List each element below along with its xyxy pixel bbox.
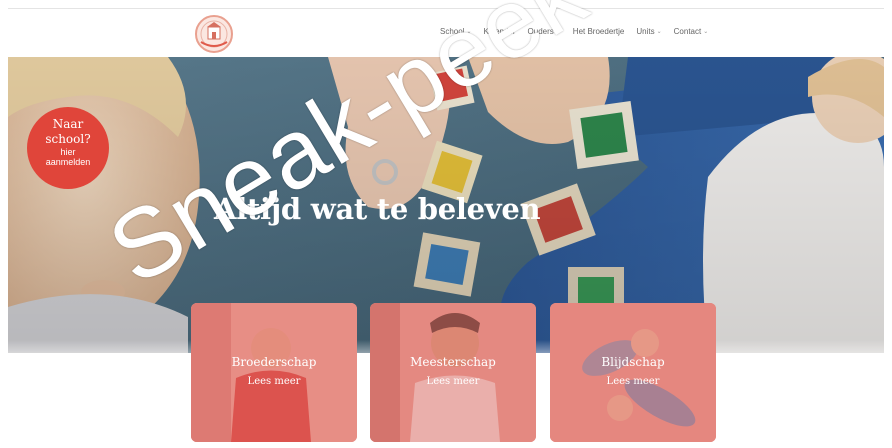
nav-item-het-broedertje[interactable]: Het Broedertje [573,27,625,36]
card-photo [191,303,357,442]
register-badge-button[interactable]: Naar school? hier aanmelden [27,107,109,189]
card-photo [370,303,536,442]
chevron-down-icon: ⌄ [466,29,472,35]
badge-line-hier: hier [60,147,76,157]
card-read-more-link[interactable]: Lees meer [191,376,357,387]
card-meesterschap[interactable]: Meesterschap Lees meer [370,303,536,442]
chevron-down-icon: ⌄ [555,29,561,35]
badge-line-aanmelden: aanmelden [45,157,91,167]
card-read-more-link[interactable]: Lees meer [370,376,536,387]
nav-item-contact[interactable]: Contact ⌄ [674,27,709,36]
chevron-down-icon: ⌄ [703,29,709,35]
chevron-down-icon: ⌄ [656,29,662,35]
nav-item-school[interactable]: School ⌄ [440,27,472,36]
card-read-more-link[interactable]: Lees meer [550,376,716,387]
main-nav: School ⌄ Kalender Ouders ⌄ Het Broedertj… [440,27,708,36]
site-header: School ⌄ Kalender Ouders ⌄ Het Broedertj… [8,9,884,57]
card-photo [550,303,716,442]
badge-line-naar: Naar [52,117,84,131]
hero-title: Altijd wat te beleven [214,192,541,226]
card-title: Meesterschap [410,355,496,369]
nav-item-kalender[interactable]: Kalender [484,27,516,36]
badge-line-school: school? [45,132,91,146]
card-title: Broederschap [231,355,317,369]
school-logo-icon[interactable] [194,14,234,54]
nav-item-units[interactable]: Units ⌄ [636,27,661,36]
nav-item-ouders[interactable]: Ouders ⌄ [528,27,561,36]
card-title: Blijdschap [601,355,665,369]
card-blijdschap[interactable]: Blijdschap Lees meer [550,303,716,442]
card-broederschap[interactable]: Broederschap Lees meer [191,303,357,442]
